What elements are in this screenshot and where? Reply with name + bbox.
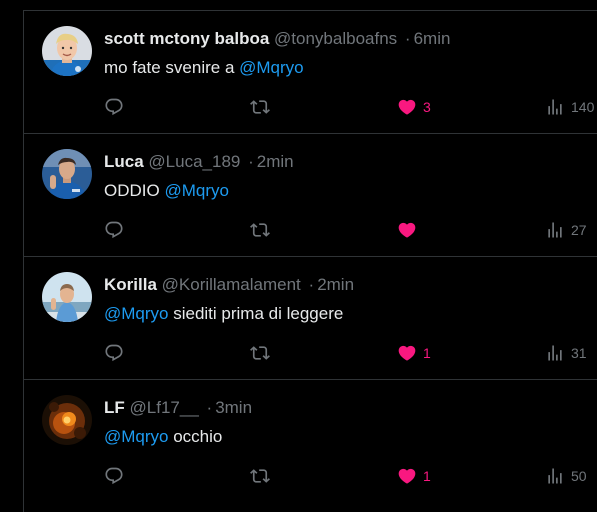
tweet-header: scott mctony balboa @tonybalboafns · 6min	[104, 28, 450, 50]
separator-dot: ·	[248, 152, 254, 171]
reply-icon	[105, 344, 123, 362]
view-count: 27	[571, 222, 587, 238]
reply-button[interactable]	[104, 218, 124, 242]
avatar[interactable]	[42, 395, 92, 445]
retweet-icon	[250, 346, 270, 360]
view-count: 50	[571, 468, 587, 484]
retweet-button[interactable]	[250, 95, 270, 119]
author-name[interactable]: Korilla	[104, 275, 157, 294]
tweet-actions: 1 50	[24, 464, 597, 488]
mention-link[interactable]: @Mqryo	[239, 58, 304, 77]
tweet-actions: 3 140	[24, 95, 597, 119]
views-icon	[548, 468, 562, 484]
avatar[interactable]	[42, 149, 92, 199]
separator-dot: ·	[206, 398, 213, 417]
heart-icon	[398, 99, 416, 115]
author-name[interactable]: scott mctony balboa	[104, 29, 269, 48]
views-button[interactable]: 140	[545, 95, 594, 119]
reply-button[interactable]	[104, 341, 124, 365]
timestamp[interactable]: 2min	[317, 275, 354, 294]
like-button[interactable]: 1	[397, 341, 431, 365]
views-icon	[548, 222, 562, 238]
views-icon	[548, 345, 562, 361]
tweet-text: @Mqryo siediti prima di leggere	[104, 303, 343, 325]
tweet-text: @Mqryo occhio	[104, 426, 222, 448]
author-handle[interactable]: @Korillamalament	[162, 275, 301, 294]
timestamp[interactable]: 6min	[414, 29, 451, 48]
like-button[interactable]	[397, 218, 423, 242]
heart-icon	[398, 468, 416, 484]
author-name[interactable]: LF	[104, 398, 125, 417]
like-button[interactable]: 1	[397, 464, 431, 488]
mention-link[interactable]: @Mqryo	[164, 181, 229, 200]
reply-icon	[105, 467, 123, 485]
reply-button[interactable]	[104, 95, 124, 119]
author-handle[interactable]: @Luca_189	[148, 152, 240, 171]
view-count: 140	[571, 99, 595, 115]
tweet[interactable]: LF @Lf17__ · 3min @Mqryo occhio 1 50	[24, 380, 597, 503]
reply-button[interactable]	[104, 464, 124, 488]
timestamp[interactable]: 2min	[257, 152, 294, 171]
views-button[interactable]: 31	[545, 341, 587, 365]
mention-link[interactable]: @Mqryo	[104, 427, 169, 446]
avatar-image-icon	[42, 149, 92, 199]
reply-icon	[105, 221, 123, 239]
author-handle[interactable]: @Lf17__	[130, 398, 199, 417]
tweet-actions: 27	[24, 218, 597, 242]
tweet-text: ODDIO @Mqryo	[104, 180, 229, 202]
tweet-header: Luca @Luca_189 · 2min	[104, 151, 294, 173]
text-after: siediti prima di leggere	[168, 304, 344, 323]
tweet[interactable]: scott mctony balboa @tonybalboafns · 6min…	[24, 11, 597, 134]
separator-dot: ·	[404, 29, 411, 48]
views-icon	[548, 99, 562, 115]
like-button[interactable]: 3	[397, 95, 431, 119]
tweet[interactable]: Korilla @Korillamalament · 2min @Mqryo si…	[24, 257, 597, 380]
retweet-button[interactable]	[250, 341, 270, 365]
avatar-image-icon	[42, 395, 92, 445]
views-button[interactable]: 50	[545, 464, 587, 488]
text-before: mo fate svenire a	[104, 58, 240, 77]
retweet-button[interactable]	[250, 464, 270, 488]
avatar[interactable]	[42, 272, 92, 322]
retweet-button[interactable]	[250, 218, 270, 242]
timestamp[interactable]: 3min	[215, 398, 252, 417]
separator-dot: ·	[308, 275, 315, 294]
heart-icon	[398, 222, 416, 238]
author-name[interactable]: Luca	[104, 152, 144, 171]
avatar-image-icon	[42, 26, 92, 76]
view-count: 31	[571, 345, 587, 361]
avatar-image-icon	[42, 272, 92, 322]
text-after: occhio	[168, 427, 223, 446]
retweet-icon	[250, 223, 270, 237]
tweet-actions: 1 31	[24, 341, 597, 365]
tweet[interactable]: Luca @Luca_189 · 2min ODDIO @Mqryo 27	[24, 134, 597, 257]
like-count: 1	[423, 468, 431, 484]
tweet-header: Korilla @Korillamalament · 2min	[104, 274, 354, 296]
tweet-text: mo fate svenire a @Mqryo	[104, 57, 304, 79]
text-before: ODDIO	[104, 181, 165, 200]
views-button[interactable]: 27	[545, 218, 587, 242]
retweet-icon	[250, 100, 270, 114]
retweet-icon	[250, 469, 270, 483]
like-count: 1	[423, 345, 431, 361]
tweet-feed: scott mctony balboa @tonybalboafns · 6min…	[23, 10, 597, 512]
like-count: 3	[423, 99, 431, 115]
author-handle[interactable]: @tonybalboafns	[274, 29, 397, 48]
tweet-header: LF @Lf17__ · 3min	[104, 397, 252, 419]
avatar[interactable]	[42, 26, 92, 76]
mention-link[interactable]: @Mqryo	[104, 304, 169, 323]
heart-icon	[398, 345, 416, 361]
reply-icon	[105, 98, 123, 116]
